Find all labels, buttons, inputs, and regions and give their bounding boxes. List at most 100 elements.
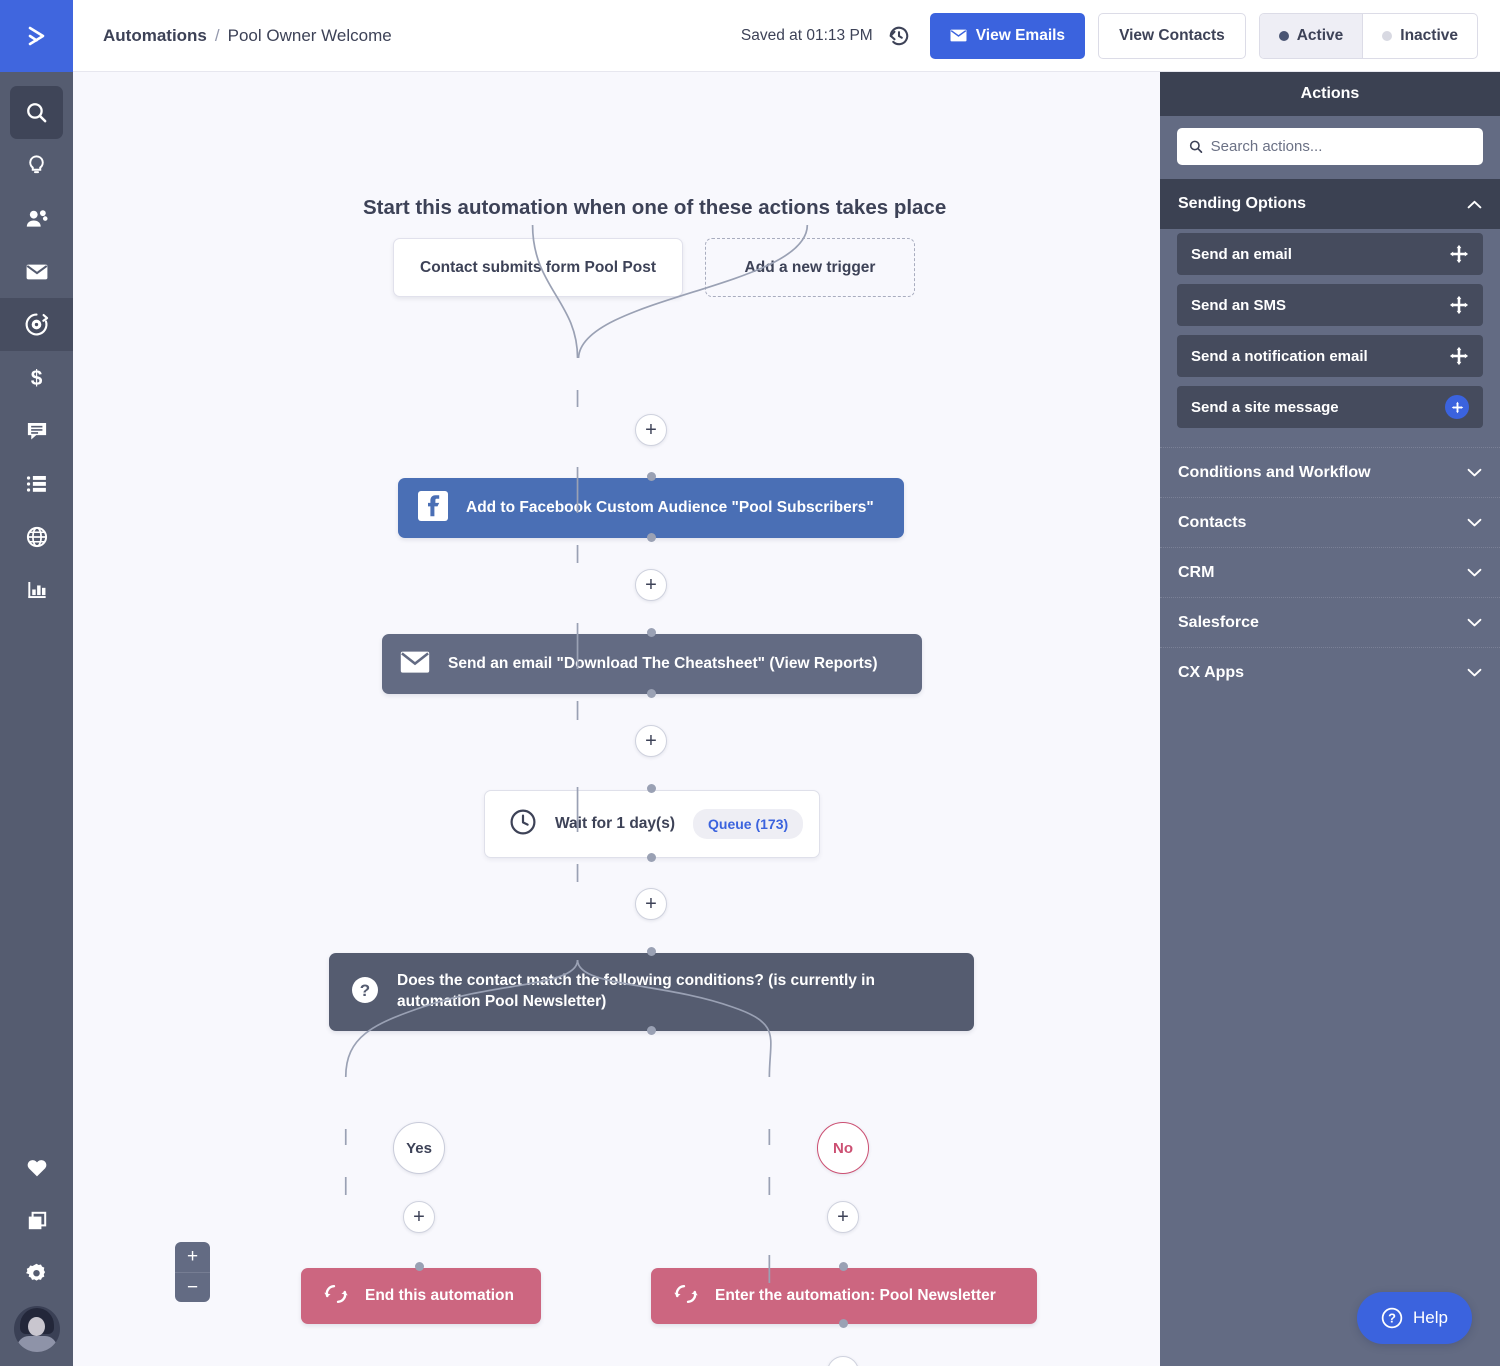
chevron-down-icon [1467, 668, 1482, 677]
status-toggle: Active Inactive [1258, 12, 1478, 59]
move-icon [1449, 244, 1469, 264]
add-step-button-1[interactable]: + [635, 414, 667, 446]
status-option-active[interactable]: Active [1259, 13, 1363, 58]
breadcrumb-current: Pool Owner Welcome [227, 25, 392, 45]
zoom-controls: + − [175, 1242, 210, 1302]
sidebar-item-campaigns[interactable] [10, 245, 63, 298]
question-icon: ? [351, 976, 379, 1009]
action-node-condition[interactable]: ? Does the contact match the following c… [329, 953, 974, 1031]
globe-icon [26, 526, 47, 547]
sidebar-item-settings[interactable] [10, 1247, 63, 1300]
add-new-trigger-button[interactable]: Add a new trigger [705, 238, 915, 297]
add-step-button-final[interactable]: + [827, 1356, 859, 1366]
rail-primary-nav: $ [0, 72, 73, 616]
avatar[interactable] [13, 1306, 60, 1352]
section-header-contacts[interactable]: Contacts [1160, 497, 1500, 547]
status-inactive-label: Inactive [1400, 26, 1458, 44]
section-header-cx-apps[interactable]: CX Apps [1160, 647, 1500, 697]
section-body-sending-options: Send an email Send an SMS Send a notific… [1160, 229, 1500, 447]
add-step-button-4[interactable]: + [635, 888, 667, 920]
zoom-in-button[interactable]: + [175, 1242, 210, 1272]
sidebar-item-conversations[interactable] [10, 404, 63, 457]
plus-glyph-icon: + [645, 419, 657, 441]
sidebar-item-apps[interactable] [10, 1194, 63, 1247]
automation-canvas[interactable]: Start this automation when one of these … [73, 72, 1160, 1366]
history-button[interactable] [886, 23, 912, 49]
avatar-face [28, 1317, 45, 1336]
search-box[interactable] [1177, 128, 1483, 165]
sidebar-item-reports[interactable] [10, 563, 63, 616]
saved-status: Saved at 01:13 PM [740, 26, 873, 44]
sidebar-item-contacts[interactable] [10, 192, 63, 245]
action-item-send-an-email[interactable]: Send an email [1177, 233, 1483, 275]
section-header-sending-options[interactable]: Sending Options [1160, 179, 1500, 229]
section-title: Conditions and Workflow [1178, 463, 1371, 481]
dollar-icon: $ [31, 367, 43, 390]
actions-panel-title: Actions [1160, 72, 1500, 116]
sidebar-item-search[interactable] [10, 86, 63, 139]
facebook-icon [418, 490, 448, 526]
breadcrumb: Automations / Pool Owner Welcome [103, 26, 392, 46]
automation-arrows-icon [673, 1283, 699, 1310]
action-item-send-a-notification-email[interactable]: Send a notification email [1177, 335, 1483, 377]
status-option-inactive[interactable]: Inactive [1362, 13, 1477, 58]
view-emails-button[interactable]: View Emails [929, 12, 1086, 59]
panel-empty-space [1160, 697, 1500, 1366]
view-contacts-label: View Contacts [1119, 26, 1225, 44]
breadcrumb-root[interactable]: Automations [103, 26, 207, 46]
action-item-send-an-sms[interactable]: Send an SMS [1177, 284, 1483, 326]
automation-gear-icon [25, 313, 49, 336]
chevron-up-icon [1467, 200, 1482, 208]
section-header-crm[interactable]: CRM [1160, 547, 1500, 597]
branch-yes[interactable]: Yes [393, 1122, 445, 1174]
action-item-label: Send an email [1191, 245, 1292, 263]
add-step-button-3[interactable]: + [635, 725, 667, 757]
view-emails-label: View Emails [975, 26, 1066, 44]
connector-dot [647, 472, 656, 481]
action-node-end-automation[interactable]: End this automation [301, 1268, 541, 1324]
app-root: $ Automations / Pool Owner Welcome Saved… [0, 0, 1500, 1366]
rail-secondary-nav [0, 1141, 73, 1358]
brand-logo[interactable] [0, 0, 73, 72]
section-title: CRM [1178, 563, 1215, 581]
add-step-button-no[interactable]: + [827, 1201, 859, 1233]
queue-badge[interactable]: Queue (173) [693, 809, 804, 839]
action-item-label: Send an SMS [1191, 296, 1287, 314]
gear-icon [26, 1263, 46, 1281]
action-node-enter-automation[interactable]: Enter the automation: Pool Newsletter [651, 1268, 1037, 1324]
search-input[interactable] [1210, 138, 1472, 155]
action-node-send-email[interactable]: Send an email "Download The Cheatsheet" … [382, 634, 922, 694]
help-button[interactable]: ? Help [1357, 1292, 1472, 1344]
left-nav-rail: $ [0, 0, 73, 1366]
sidebar-item-automations[interactable] [0, 298, 73, 351]
trigger-node-form[interactable]: Contact submits form Pool Post [393, 238, 683, 297]
sidebar-item-lightbulb[interactable] [10, 139, 63, 192]
add-step-button-2[interactable]: + [635, 569, 667, 601]
connector-dot [647, 1026, 656, 1035]
chat-icon [27, 422, 46, 439]
connector-dot [839, 1262, 848, 1271]
lightbulb-icon [29, 155, 44, 174]
connector-dot [647, 689, 656, 698]
branch-no[interactable]: No [817, 1122, 869, 1174]
action-item-send-a-site-message[interactable]: Send a site message [1177, 386, 1483, 428]
automation-arrows-icon [323, 1283, 349, 1310]
section-header-conditions-and-workflow[interactable]: Conditions and Workflow [1160, 447, 1500, 497]
action-node-wait[interactable]: Wait for 1 day(s) Queue (173) [484, 790, 820, 858]
view-contacts-button[interactable]: View Contacts [1098, 12, 1246, 59]
plus-badge-icon[interactable] [1445, 395, 1469, 419]
node-label: Send an email "Download The Cheatsheet" … [448, 655, 878, 672]
status-active-label: Active [1296, 26, 1344, 44]
sidebar-item-deals[interactable]: $ [10, 351, 63, 404]
action-node-facebook-audience[interactable]: Add to Facebook Custom Audience "Pool Su… [398, 478, 904, 538]
node-label: Does the contact match the following con… [397, 972, 875, 1010]
contacts-icon [26, 209, 48, 227]
add-step-button-yes[interactable]: + [403, 1201, 435, 1233]
copy-icon [28, 1211, 46, 1229]
section-header-salesforce[interactable]: Salesforce [1160, 597, 1500, 647]
zoom-out-button[interactable]: − [175, 1272, 210, 1302]
heart-icon [27, 1159, 46, 1176]
sidebar-item-favorites[interactable] [10, 1141, 63, 1194]
sidebar-item-lists[interactable] [10, 457, 63, 510]
sidebar-item-website[interactable] [10, 510, 63, 563]
